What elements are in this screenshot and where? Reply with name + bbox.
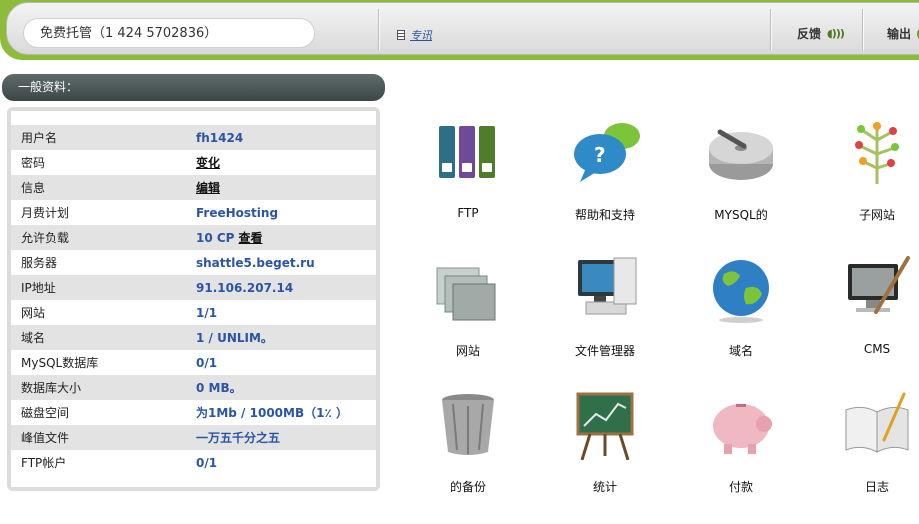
tile-payment[interactable]: 付款: [681, 390, 801, 510]
tile-subsite[interactable]: 子网站: [817, 118, 919, 238]
table-row: 峰值文件 一万五千分之五: [11, 425, 376, 450]
tile-file-manager[interactable]: 文件管理器: [545, 254, 665, 374]
row-label: 允许负载: [21, 231, 70, 245]
tile-mysql[interactable]: MYSQL的: [681, 118, 801, 238]
tile-label: FTP: [457, 206, 479, 220]
feedback-label[interactable]: 反馈: [797, 25, 821, 42]
row-label: 域名: [21, 331, 46, 345]
tile-backup[interactable]: 的备份: [408, 390, 528, 510]
row-label: 密码: [21, 156, 46, 170]
row-label: FTP帐户: [21, 456, 67, 470]
tile-website[interactable]: 网站: [408, 254, 528, 374]
row-value: 91.106.207.14: [196, 280, 294, 295]
signal-icon: ◖))): [827, 27, 845, 40]
row-label: 峰值文件: [21, 431, 70, 445]
news-label[interactable]: 专讯: [410, 27, 432, 43]
row-label: 信息: [21, 181, 46, 195]
backup-trash-icon: [442, 394, 494, 455]
table-row: 用户名 fh1424: [11, 125, 376, 150]
table-row: 密码 变化: [11, 150, 376, 175]
tile-label: CMS: [863, 342, 891, 356]
ftp-binders-icon: [433, 118, 503, 188]
table-row: 域名 1 / UNLIM。: [11, 325, 376, 350]
row-label: 磁盘空间: [21, 406, 70, 420]
tile-label: 日志: [864, 480, 889, 494]
row-label: MySQL数据库: [21, 356, 99, 370]
tile-help[interactable]: ? 帮助和支持: [545, 118, 665, 238]
divider: [378, 9, 379, 51]
divider: [770, 9, 771, 51]
mysql-disk-icon: [709, 129, 773, 180]
table-row: 信息 编辑: [11, 175, 376, 200]
cms-monitor-brush-icon: [848, 256, 910, 314]
view-load-link[interactable]: 查看: [238, 229, 262, 246]
row-label: 用户名: [21, 131, 58, 145]
tile-label: 付款: [728, 480, 753, 494]
row-value: 1 / UNLIM。: [196, 331, 273, 345]
row-value: 1/1: [196, 305, 218, 320]
table-row: IP地址 91.106.207.14: [11, 275, 376, 300]
row-value: 0/1: [196, 455, 218, 470]
domain-globe-icon: [713, 260, 769, 323]
panel-title: 一般资料：: [2, 74, 385, 101]
row-label: 月费计划: [21, 206, 70, 220]
row-value: 10 CP: [196, 230, 235, 245]
tile-label: 统计: [592, 480, 617, 494]
payment-piggy-icon: [713, 404, 772, 454]
table-row: FTP帐户 0/1: [11, 450, 376, 475]
change-password-link[interactable]: 变化: [196, 154, 220, 171]
edit-info-link[interactable]: 编辑: [196, 179, 220, 196]
row-label: 网站: [21, 306, 46, 320]
tile-ftp[interactable]: FTP: [408, 118, 528, 238]
row-value: 为1Mb / 1000MB（1٪ ）: [196, 406, 348, 420]
row-value: FreeHosting: [196, 205, 279, 220]
top-bar: 免费托管（1 424 5702836） 专讯 反馈 ◖))) 输出: [0, 0, 919, 60]
stats-easel-icon: [576, 392, 634, 460]
tile-cms[interactable]: CMS: [817, 254, 919, 374]
subsite-tree-icon: [855, 122, 899, 184]
tile-stats[interactable]: 统计: [545, 390, 665, 510]
row-label: IP地址: [21, 281, 56, 295]
website-folders-icon: [436, 267, 496, 321]
file-manager-computer-icon: [578, 257, 637, 315]
tile-label: 的备份: [449, 480, 486, 494]
info-table: 用户名 fh1424 密码 变化 信息 编辑 月费计划 FreeHosting …: [11, 111, 376, 487]
table-row: MySQL数据库 0/1: [11, 350, 376, 375]
tile-log[interactable]: 日志: [817, 390, 919, 510]
logout-label[interactable]: 输出: [887, 25, 911, 42]
general-info-panel: 用户名 fh1424 密码 变化 信息 编辑 月费计划 FreeHosting …: [7, 107, 380, 491]
document-icon: [397, 30, 405, 40]
row-label: 数据库大小: [21, 381, 82, 395]
table-row: 服务器 shattle5.beget.ru: [11, 250, 376, 275]
tile-label: 子网站: [858, 208, 895, 222]
divider: [862, 9, 863, 51]
free-hosting-pill: 免费托管（1 424 5702836）: [23, 18, 315, 48]
tile-label: 网站: [455, 344, 480, 358]
row-label: 服务器: [21, 256, 58, 270]
table-row: 数据库大小 0 MB。: [11, 375, 376, 400]
tile-domain[interactable]: 域名: [681, 254, 801, 374]
svg-text:?: ?: [594, 143, 606, 167]
news-link[interactable]: 专讯: [397, 27, 432, 43]
row-value: 0 MB。: [196, 381, 242, 395]
row-value: fh1424: [196, 130, 244, 145]
top-bar-inner: 免费托管（1 424 5702836） 专讯 反馈 ◖))) 输出: [6, 2, 919, 55]
table-row: 网站 1/1: [11, 300, 376, 325]
tile-label: 域名: [728, 344, 753, 358]
feedback-button[interactable]: 反馈 ◖))): [797, 25, 845, 42]
row-value: shattle5.beget.ru: [196, 255, 315, 270]
tile-label: 文件管理器: [574, 344, 635, 358]
logout-button[interactable]: 输出: [887, 25, 919, 42]
table-row: 允许负载 10 CP 查看: [11, 225, 376, 250]
tile-label: 帮助和支持: [574, 208, 635, 222]
table-row: 月费计划 FreeHosting: [11, 200, 376, 225]
help-bubbles-icon: ?: [574, 123, 640, 182]
tile-label: MYSQL的: [714, 208, 768, 222]
row-value: 一万五千分之五: [196, 431, 281, 445]
row-value: 0/1: [196, 355, 218, 370]
table-row: 磁盘空间 为1Mb / 1000MB（1٪ ）: [11, 400, 376, 425]
log-book-icon: [845, 392, 909, 453]
